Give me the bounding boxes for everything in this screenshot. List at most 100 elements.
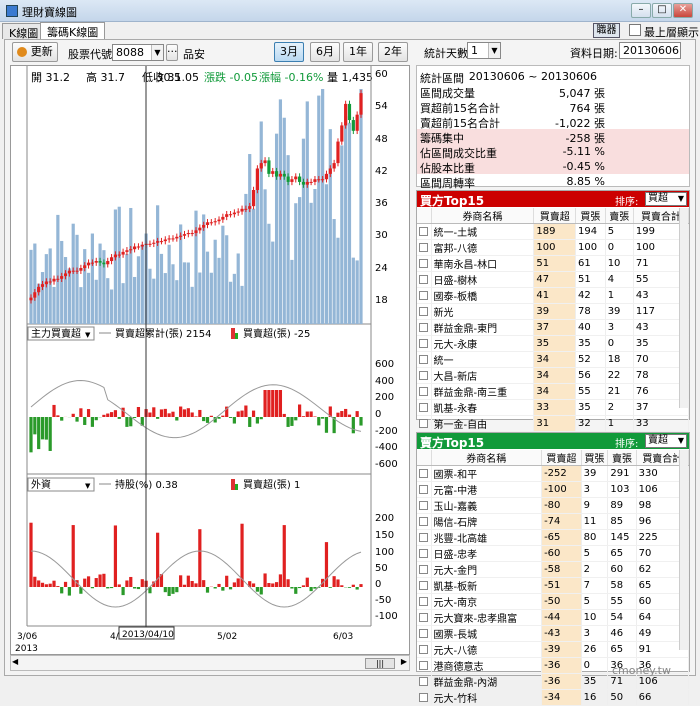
row-checkbox[interactable]	[419, 259, 428, 268]
row-checkbox[interactable]	[419, 581, 428, 590]
table-row[interactable]: 大昌-新店34562278	[417, 368, 689, 384]
row-checkbox[interactable]	[419, 307, 428, 316]
minimize-button[interactable]: –	[631, 3, 651, 18]
row-checkbox[interactable]	[419, 275, 428, 284]
chevron-down-icon[interactable]: ▼	[678, 435, 684, 447]
close-button[interactable]: ✕	[673, 3, 693, 18]
row-checkbox[interactable]	[419, 339, 428, 348]
row-checkbox[interactable]	[419, 517, 428, 526]
table-row[interactable]: 兆豐-北高雄-6580145225	[417, 530, 689, 546]
row-checkbox[interactable]	[419, 403, 428, 412]
table-row[interactable]: 統一34521870	[417, 352, 689, 368]
table-row[interactable]: 國票-和平-25239291330	[417, 466, 689, 482]
table-row[interactable]: 國泰-板橋4142143	[417, 288, 689, 304]
scroll-thumb[interactable]: |||	[365, 658, 395, 669]
chart-canvas[interactable]: 開 31.2 高 31.7 低 30.5 收 31.05 漲跌 -0.05 漲幅…	[11, 66, 409, 654]
table-row[interactable]: 凱基-永春3335237	[417, 400, 689, 416]
scroll-right-icon[interactable]: ▶	[401, 657, 407, 666]
table-row[interactable]: 凱基-板新-5175865	[417, 578, 689, 594]
stock-code-input[interactable]: 8088 ▼	[112, 44, 164, 61]
top-layer-checkbox[interactable]	[629, 24, 641, 36]
table-row[interactable]: 玉山-嘉義-8098998	[417, 498, 689, 514]
row-checkbox[interactable]	[419, 387, 428, 396]
maximize-button[interactable]: □	[652, 3, 672, 18]
table-row[interactable]: 元大-金門-5826062	[417, 562, 689, 578]
row-checkbox[interactable]	[419, 419, 428, 428]
table-header[interactable]: 買賣超	[534, 208, 576, 224]
table-row[interactable]: 元富-中港-1003103106	[417, 482, 689, 498]
candle	[129, 249, 132, 250]
table-row[interactable]: 日盛-忠孝-6056570	[417, 546, 689, 562]
row-checkbox[interactable]	[419, 469, 428, 478]
row-checkbox[interactable]	[419, 227, 428, 236]
date-input[interactable]: 20130606	[619, 42, 681, 59]
table-row[interactable]: 元大寶來-忠孝鼎富-44105464	[417, 610, 689, 626]
table-row[interactable]: 元大-八德-39266591	[417, 642, 689, 658]
table-row[interactable]: 統一-土城1891945199	[417, 224, 689, 240]
tab-chip-kline[interactable]: 籌碼K線圖	[40, 22, 105, 39]
chevron-down-icon[interactable]: ▼	[85, 482, 91, 490]
sell-table-scrollbar[interactable]	[679, 450, 688, 650]
row-checkbox[interactable]	[419, 501, 428, 510]
restore-button[interactable]: 職器	[593, 23, 620, 38]
row-checkbox[interactable]	[419, 597, 428, 606]
chevron-down-icon[interactable]: ▼	[85, 331, 91, 339]
chevron-down-icon[interactable]: ▼	[151, 45, 163, 60]
row-checkbox[interactable]	[419, 677, 428, 686]
table-cell: 33	[534, 400, 576, 416]
row-checkbox[interactable]	[419, 613, 428, 622]
table-cell: 55	[608, 594, 636, 610]
table-row[interactable]: 富邦-八德1001000100	[417, 240, 689, 256]
row-checkbox[interactable]	[419, 291, 428, 300]
table-header[interactable]: 買張	[581, 450, 608, 466]
table-header[interactable]: 券商名稱	[431, 208, 534, 224]
table-header[interactable]: 賣張	[605, 208, 633, 224]
table-row[interactable]: 日盛-樹林4751455	[417, 272, 689, 288]
period-3m-button[interactable]: 3月	[274, 42, 304, 62]
table-row[interactable]: 陽信-石牌-74118596	[417, 514, 689, 530]
chart-hscrollbar[interactable]: ◀ ||| ▶	[10, 655, 410, 671]
row-checkbox[interactable]	[419, 323, 428, 332]
period-6m-button[interactable]: 6月	[310, 42, 340, 62]
period-1y-button[interactable]: 1年	[343, 42, 373, 62]
y-tick: 200	[375, 392, 394, 403]
table-row[interactable]: 第一金-自由3132133	[417, 416, 689, 432]
more-button[interactable]: ···	[166, 44, 178, 61]
row-checkbox[interactable]	[419, 549, 428, 558]
tab-kline[interactable]: K線圖	[2, 23, 45, 39]
table-header[interactable]: 買賣超	[542, 450, 582, 466]
row-checkbox[interactable]	[419, 533, 428, 542]
row-checkbox[interactable]	[419, 355, 428, 364]
buy-table-scrollbar[interactable]	[679, 208, 688, 408]
row-checkbox[interactable]	[419, 661, 428, 670]
stats-key: 區間周轉率	[420, 175, 475, 191]
scroll-left-icon[interactable]: ◀	[12, 657, 18, 666]
table-row[interactable]: 元大-竹科-34165066	[417, 690, 689, 706]
table-row[interactable]: 元大-南京-5055560	[417, 594, 689, 610]
table-header[interactable]: 券商名稱	[431, 450, 542, 466]
candle	[164, 240, 167, 242]
table-row[interactable]: 新光397839117	[417, 304, 689, 320]
chevron-down-icon[interactable]: ▼	[488, 43, 500, 58]
days-select[interactable]: 1 ▼	[467, 42, 501, 59]
period-2y-button[interactable]: 2年	[378, 42, 408, 62]
row-checkbox[interactable]	[419, 371, 428, 380]
net-bar	[244, 406, 247, 417]
table-row[interactable]: 群益金鼎-東門3740343	[417, 320, 689, 336]
chevron-down-icon[interactable]: ▼	[678, 193, 684, 205]
row-checkbox[interactable]	[419, 243, 428, 252]
table-row[interactable]: 華南永昌-林口51611071	[417, 256, 689, 272]
table-header[interactable]: 賣張	[608, 450, 636, 466]
row-checkbox[interactable]	[419, 485, 428, 494]
row-checkbox[interactable]	[419, 565, 428, 574]
row-checkbox[interactable]	[419, 629, 428, 638]
row-checkbox[interactable]	[419, 693, 428, 702]
table-row[interactable]: 群益金鼎-南三重34552176	[417, 384, 689, 400]
table-row[interactable]: 國票-長城-4334649	[417, 626, 689, 642]
buy-sort-select[interactable]: 買超▼	[645, 192, 687, 206]
sell-sort-select[interactable]: 賣超▼	[645, 434, 687, 448]
row-checkbox[interactable]	[419, 645, 428, 654]
table-header[interactable]: 買張	[576, 208, 606, 224]
table-row[interactable]: 元大-永康3535035	[417, 336, 689, 352]
refresh-button[interactable]: 更新	[12, 42, 58, 62]
